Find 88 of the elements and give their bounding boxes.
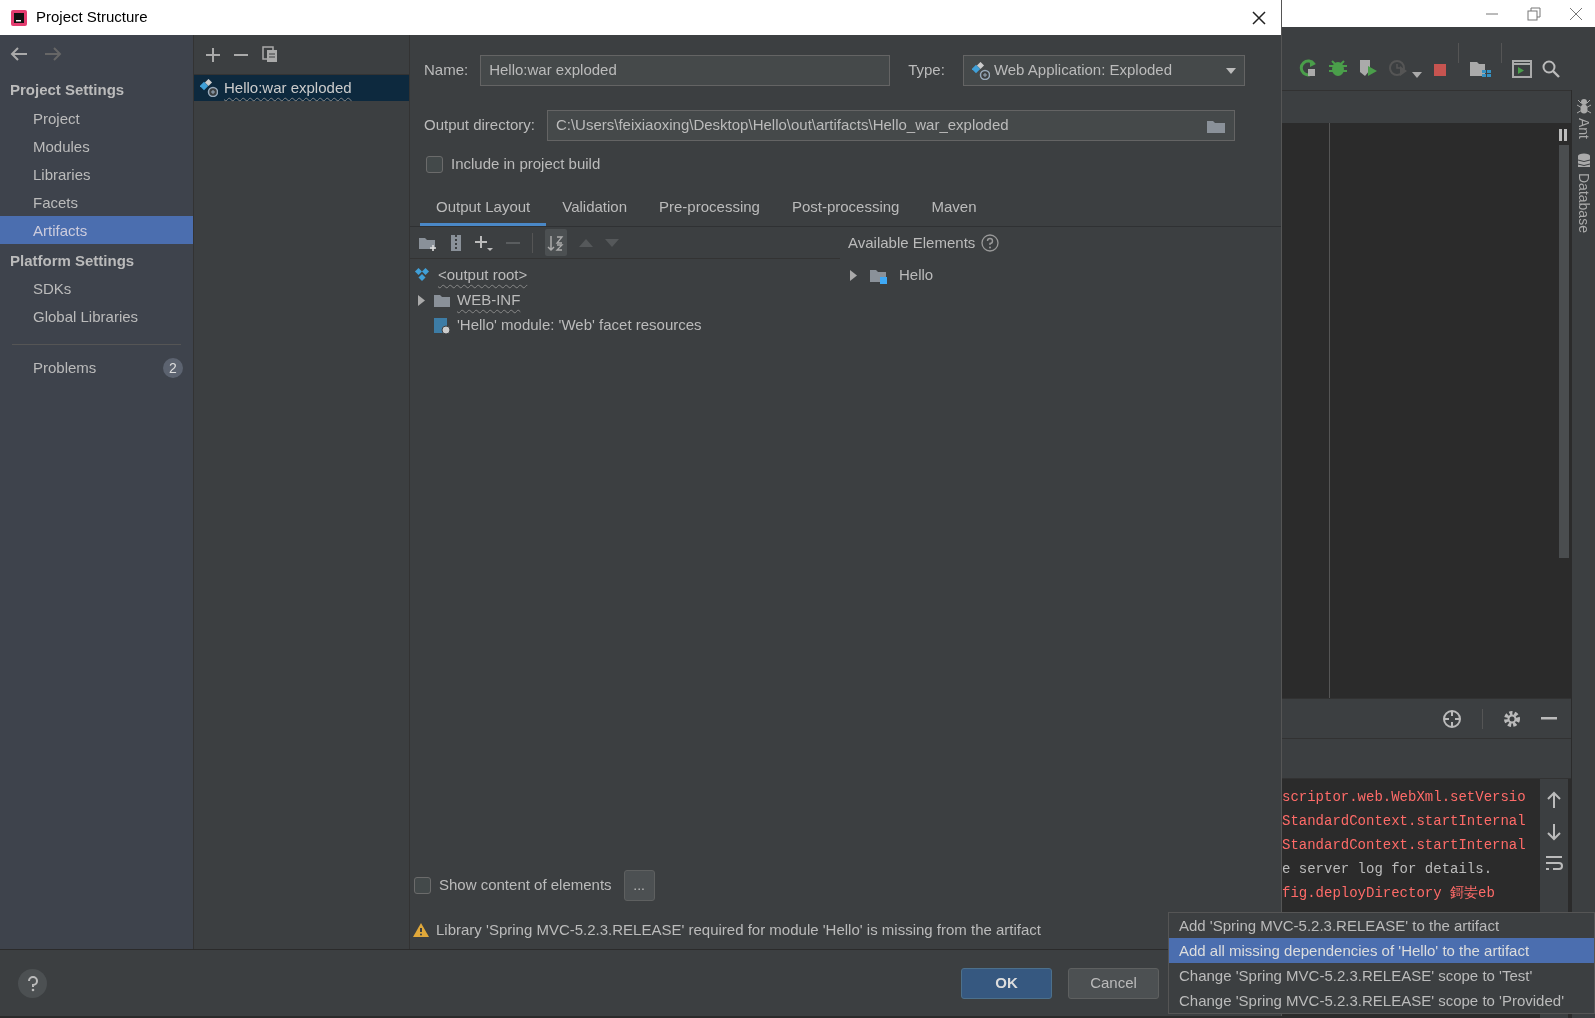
collapsed-arrow-icon[interactable] <box>416 295 427 306</box>
sidebar-item[interactable]: Facets <box>0 187 193 216</box>
app-logo-icon <box>10 8 28 27</box>
window-title: Project Structure <box>36 7 148 28</box>
checkbox[interactable] <box>414 877 431 894</box>
stop-icon[interactable] <box>1432 62 1448 78</box>
tab[interactable]: Post-processing <box>775 189 916 226</box>
help-icon[interactable] <box>981 234 1000 252</box>
project-structure-icon[interactable] <box>1469 60 1491 78</box>
caret-icon[interactable] <box>1412 72 1422 78</box>
sidebar-item[interactable]: Global Libraries <box>0 302 193 330</box>
output-directory-field[interactable]: C:\Users\feixiaoxing\Desktop\Hello\out\artifacts\Hello_war_exploded <box>546 110 1235 141</box>
console-line: scriptor.web.WebXml.setVersio <box>1282 788 1527 807</box>
type-dropdown[interactable]: Web Application: Exploded <box>962 55 1245 86</box>
ok-button[interactable]: OK <box>961 967 1052 999</box>
help-icon <box>26 975 39 992</box>
warning-icon <box>412 922 430 938</box>
menu-item[interactable]: Change 'Spring MVC-5.2.3.RELEASE' scope to 'Test' <box>1169 963 1594 988</box>
coverage-icon[interactable] <box>1358 58 1378 78</box>
tree-item[interactable]: <output root> <box>438 264 528 287</box>
menu-item[interactable]: Add all missing dependencies of 'Hello' to the artifact <box>1169 938 1594 963</box>
panel-title: Available Elements <box>848 232 976 253</box>
console-line: StandardContext.startInternal <box>1282 812 1527 831</box>
sidebar-item[interactable]: Project <box>0 103 193 132</box>
minimize-icon[interactable] <box>1541 716 1557 721</box>
tree-item[interactable]: Hello <box>899 264 934 287</box>
count-badge: 2 <box>163 358 183 378</box>
checkbox-label: Show content of elements <box>439 875 612 896</box>
archive-icon[interactable] <box>450 233 462 252</box>
close-icon[interactable] <box>1251 9 1267 26</box>
tool-window-button[interactable]: Database <box>1573 153 1594 233</box>
copy-icon[interactable] <box>262 46 278 63</box>
warning-message: Library 'Spring MVC-5.2.3.RELEASE' required for module 'Hello' is missing from the artifact <box>436 919 1042 940</box>
crosshair-icon[interactable] <box>1442 708 1462 729</box>
collapsed-arrow-icon[interactable] <box>848 270 859 281</box>
field-label: Output directory: <box>424 115 535 136</box>
output-path: C:\Users\feixiaoxing\Desktop\Hello\out\artifacts\Hello_war_exploded <box>555 115 1009 136</box>
sidebar-item[interactable]: SDKs <box>0 274 193 302</box>
tree-item[interactable]: WEB-INF <box>457 289 521 312</box>
field-label: Type: <box>908 60 945 81</box>
add-icon[interactable] <box>206 47 220 62</box>
down-arrow-icon[interactable] <box>1547 823 1561 841</box>
debug-icon[interactable] <box>1328 58 1348 78</box>
rerun-icon[interactable] <box>1298 58 1318 78</box>
tab[interactable]: Output Layout <box>420 189 547 226</box>
checkbox-label: Include in project build <box>451 154 601 174</box>
menu-item[interactable]: Change 'Spring MVC-5.2.3.RELEASE' scope to 'Provided' <box>1169 988 1594 1013</box>
console-line: StandardContext.startInternal <box>1282 836 1527 855</box>
settings-icon[interactable] <box>1503 709 1521 728</box>
restore-icon[interactable] <box>1527 6 1541 21</box>
ant-icon <box>1576 98 1591 114</box>
sidebar-item[interactable]: Problems <box>33 356 97 380</box>
menu-item[interactable]: Add 'Spring MVC-5.2.3.RELEASE' to the artifact <box>1169 913 1594 938</box>
artifact-item[interactable]: Hello:war exploded <box>194 75 409 101</box>
tree-item[interactable]: 'Hello' module: 'Web' facet resources <box>457 314 702 337</box>
search-icon[interactable] <box>1542 60 1560 78</box>
sidebar-item[interactable]: Modules <box>0 131 193 160</box>
checkbox[interactable] <box>426 155 443 173</box>
web-facet-icon <box>433 316 451 335</box>
help-button[interactable] <box>18 968 47 998</box>
type-value: Web Application: Exploded <box>993 60 1173 81</box>
section-heading: Platform Settings <box>9 250 136 271</box>
artifact-icon <box>971 61 990 80</box>
cancel-button[interactable]: Cancel <box>1068 967 1159 999</box>
soft-wrap-icon[interactable] <box>1545 855 1563 871</box>
sort-button[interactable] <box>545 229 567 256</box>
section-heading: Project Settings <box>9 80 126 100</box>
sort-icon <box>547 234 565 253</box>
name-field[interactable]: Hello:war exploded <box>480 55 891 86</box>
database-icon <box>1576 153 1591 169</box>
run-window-icon[interactable] <box>1512 60 1532 78</box>
caret-icon <box>1225 67 1236 74</box>
artifact-icon <box>200 79 218 97</box>
up-arrow-icon[interactable] <box>1547 791 1561 809</box>
tab[interactable]: Pre-processing <box>643 189 776 226</box>
pause-icon[interactable] <box>1559 129 1567 141</box>
tab[interactable]: Validation <box>546 189 643 226</box>
back-arrow-icon[interactable] <box>10 47 28 61</box>
add-icon[interactable] <box>474 233 494 252</box>
field-label: Name: <box>424 60 469 81</box>
sidebar-item[interactable]: Artifacts <box>0 215 193 244</box>
tool-window-button[interactable]: Ant <box>1573 98 1594 139</box>
more-button[interactable]: ... <box>623 870 655 901</box>
console-line: fig.deployDirectory 鎶妛eb <box>1282 884 1496 903</box>
scrollbar[interactable] <box>1559 145 1569 558</box>
console-line: e server log for details. <box>1282 860 1494 879</box>
sidebar-item[interactable]: Libraries <box>0 159 193 188</box>
tab[interactable]: Maven <box>915 189 993 226</box>
